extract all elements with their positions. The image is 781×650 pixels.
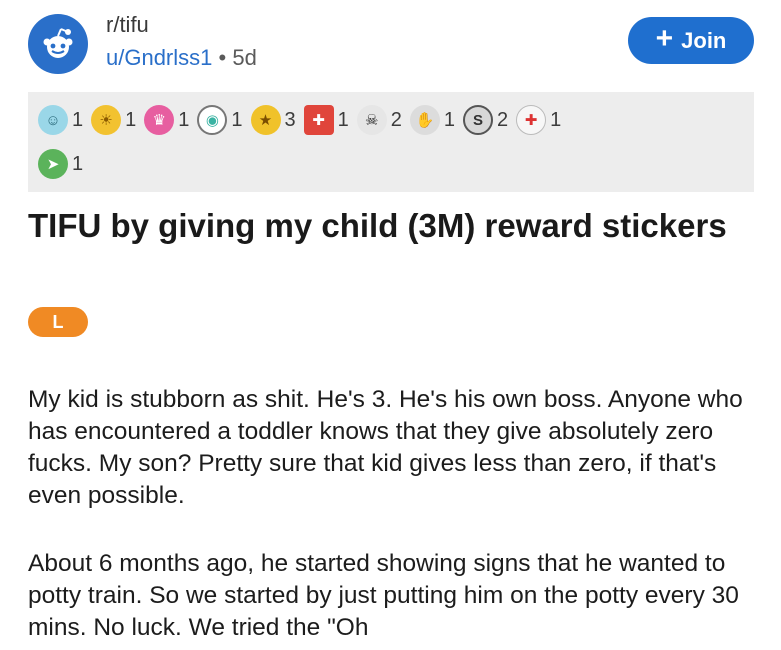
join-button-label: Join	[681, 27, 727, 53]
sun-award-icon: ☀	[91, 105, 122, 135]
award-item[interactable]: ★ 3	[250, 105, 296, 135]
award-count: 2	[497, 108, 509, 131]
award-count: 1	[231, 108, 243, 131]
award-item[interactable]: ✚ 1	[303, 105, 349, 135]
subreddit-name[interactable]: r/tifu	[106, 12, 149, 38]
award-item[interactable]: ✚ 1	[516, 105, 561, 135]
post-title[interactable]: TIFU by giving my child (3M) reward stic…	[28, 206, 748, 246]
award-item[interactable]: ➤ 1	[38, 149, 83, 179]
post-body-paragraph: About 6 months ago, he started showing s…	[28, 550, 739, 641]
award-count: 1	[550, 108, 562, 131]
skull-award-icon: ☠	[356, 105, 387, 135]
award-item[interactable]: ☠ 2	[356, 105, 402, 135]
award-count: 3	[284, 108, 296, 131]
join-button[interactable]: + Join	[628, 17, 754, 64]
award-count: 1	[72, 108, 84, 131]
award-count: 2	[390, 108, 402, 131]
award-item[interactable]: S2	[463, 105, 508, 135]
award-item[interactable]: ☺ 1	[38, 105, 83, 135]
gift-award-icon: ✚	[303, 105, 334, 135]
meta-separator: •	[218, 45, 227, 70]
author-link[interactable]: u/Gndrlss1	[106, 45, 212, 70]
award-item[interactable]: ◉ 1	[197, 105, 243, 135]
subreddit-avatar-icon[interactable]	[28, 14, 88, 74]
awards-row: ➤ 1	[38, 142, 744, 186]
post-age: 5d	[232, 45, 257, 70]
award-count: 1	[443, 108, 455, 131]
shield-award-icon: ◉	[197, 105, 228, 135]
plus-icon: +	[655, 22, 674, 55]
handshake-award-icon: ✋	[409, 105, 440, 135]
award-count: 1	[72, 152, 84, 175]
post-meta: u/Gndrlss1 • 5d	[106, 45, 257, 71]
post-flair[interactable]: L	[28, 307, 88, 337]
star-badge-award-icon: ★	[250, 105, 281, 135]
award-count: 1	[337, 108, 349, 131]
award-item[interactable]: ✋ 1	[409, 105, 455, 135]
crowned-face-award-icon: ♛	[144, 105, 175, 135]
post-header: r/tifu u/Gndrlss1 • 5d + Join	[0, 0, 781, 90]
award-item[interactable]: ☀ 1	[91, 105, 136, 135]
awards-bar[interactable]: ☺ 1 ☀ 1 ♛ 1 ◉ 1 ★ 3 ✚ 1 ☠ 2 ✋ 1 S2 ✚ 1 ➤ 1	[28, 92, 754, 192]
award-count: 1	[178, 108, 190, 131]
doctor-award-icon: ✚	[516, 105, 547, 135]
award-count: 1	[125, 108, 137, 131]
awards-row: ☺ 1 ☀ 1 ♛ 1 ◉ 1 ★ 3 ✚ 1 ☠ 2 ✋ 1 S2 ✚ 1	[38, 98, 744, 142]
post-body-paragraph: My kid is stubborn as shit. He's 3. He's…	[28, 386, 743, 509]
snake-award-icon: ➤	[38, 149, 68, 179]
award-item[interactable]: ♛ 1	[144, 105, 189, 135]
wholesome-award-icon: ☺	[38, 105, 68, 135]
silver-coin-award-icon: S	[463, 105, 493, 135]
